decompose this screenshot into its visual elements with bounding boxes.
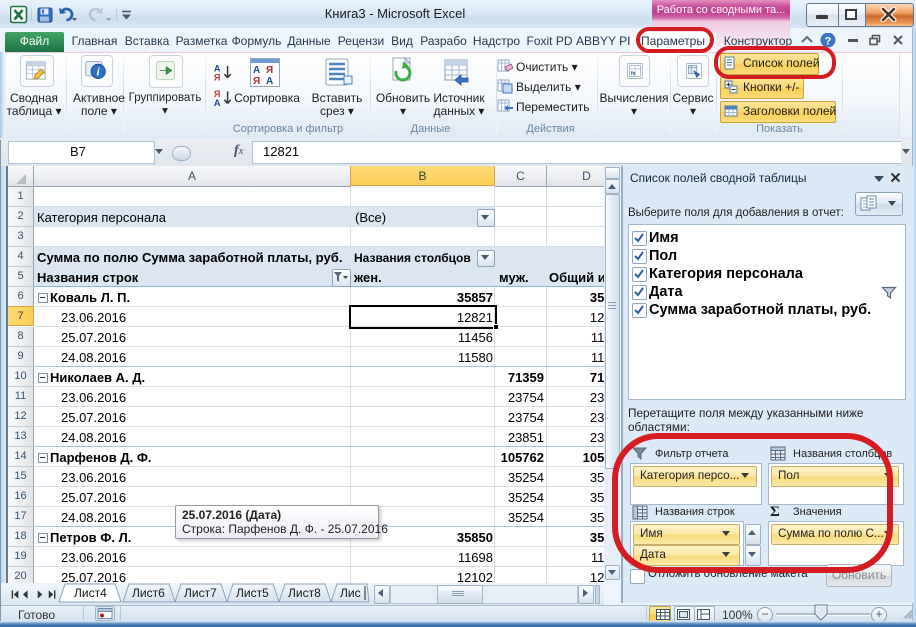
svg-text:Я: Я [266, 65, 273, 76]
svg-text:Лист4: Лист4 [74, 586, 107, 600]
svg-text:А: А [266, 76, 273, 87]
svg-text:Лист8: Лист8 [288, 586, 321, 600]
svg-text:Лис: Лис [340, 586, 361, 600]
svg-text:Лист7: Лист7 [184, 586, 217, 600]
svg-text:А: А [214, 98, 221, 108]
svg-text:Лист6: Лист6 [132, 586, 165, 600]
svg-text:?: ? [825, 36, 832, 48]
svg-text:Я: Я [214, 73, 221, 83]
svg-text:Я: Я [253, 76, 260, 87]
svg-text:Лист5: Лист5 [236, 586, 269, 600]
svg-text:А: А [253, 65, 260, 76]
